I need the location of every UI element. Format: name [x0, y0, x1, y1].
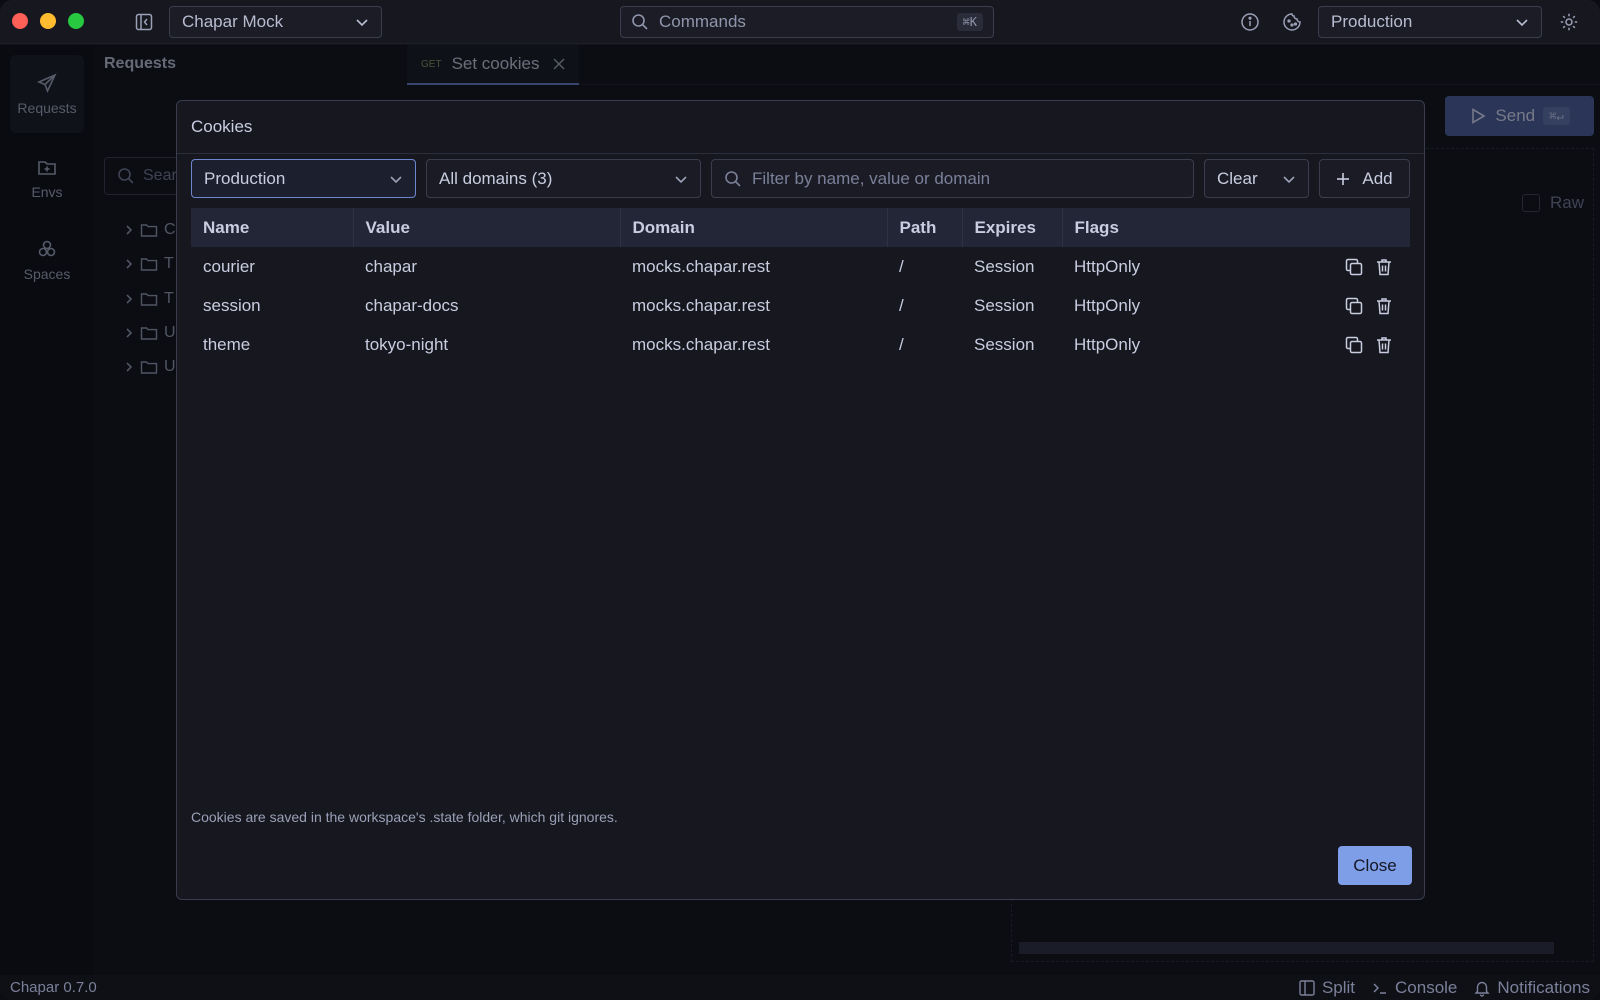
column-header-domain: Domain [620, 208, 888, 247]
environment-select-value: Production [1331, 12, 1413, 31]
close-button[interactable]: Close [1338, 846, 1412, 885]
storage-footnote: Cookies are saved in the workspace's .st… [191, 809, 618, 825]
app-window: Chapar Mock Commands ⌘K Production Reque… [0, 0, 1600, 1000]
cookie-path: / [899, 334, 904, 354]
cookie-filter-placeholder: Filter by name, value or domain [752, 168, 991, 188]
copy-icon[interactable] [1344, 257, 1364, 277]
cookie-domain: mocks.chapar.rest [632, 334, 770, 354]
workspace-select-value: Chapar Mock [182, 12, 284, 31]
cookie-value: chapar-docs [365, 295, 459, 315]
cookie-value: tokyo-night [365, 334, 449, 354]
cookie-flags: HttpOnly [1074, 334, 1141, 354]
trash-icon[interactable] [1374, 257, 1394, 277]
domain-filter-select[interactable]: All domains (3) [426, 159, 701, 198]
table-row[interactable]: theme tokyo-night mocks.chapar.rest / Se… [191, 325, 1410, 364]
info-icon[interactable] [1240, 12, 1260, 32]
chevron-down-icon [389, 172, 403, 186]
cookie-path: / [899, 295, 904, 315]
cookie-flags-cell: HttpOnly [1062, 286, 1410, 325]
cookies-table: Name Value Domain Path Expires Flags cou… [191, 208, 1410, 364]
cookie-flags-cell: HttpOnly [1062, 247, 1410, 286]
split-button[interactable]: Split [1298, 978, 1355, 998]
maximize-window-button[interactable] [68, 13, 84, 29]
cookie-domain: mocks.chapar.rest [632, 256, 770, 276]
table-header-row: Name Value Domain Path Expires Flags [191, 208, 1410, 247]
cookie-name: courier [203, 256, 255, 276]
title-bar: Chapar Mock Commands ⌘K Production [0, 0, 1600, 44]
cookie-name: session [203, 295, 261, 315]
terminal-icon [1371, 979, 1389, 997]
notifications-button[interactable]: Notifications [1473, 978, 1590, 998]
split-label: Split [1321, 977, 1356, 997]
environment-filter-select[interactable]: Production [191, 159, 416, 198]
split-view-icon [1298, 979, 1316, 997]
environment-select[interactable]: Production [1318, 6, 1542, 38]
bell-icon [1473, 979, 1491, 997]
cookie-expires: Session [974, 295, 1035, 315]
cookie-value: chapar [365, 256, 417, 276]
toggle-sidebar-icon[interactable] [134, 12, 154, 32]
column-header-name: Name [191, 208, 354, 247]
clear-dropdown-button[interactable]: Clear [1204, 159, 1309, 198]
chevron-down-icon [1515, 15, 1529, 29]
chevron-down-icon [355, 15, 369, 29]
notifications-label: Notifications [1497, 977, 1590, 997]
cookie-icon[interactable] [1282, 12, 1302, 32]
domain-filter-value: All domains (3) [439, 168, 553, 188]
gear-icon[interactable] [1559, 12, 1579, 32]
cookie-filter-input[interactable]: Filter by name, value or domain [711, 159, 1194, 198]
add-cookie-button[interactable]: Add [1319, 159, 1410, 198]
workspace-select[interactable]: Chapar Mock [169, 6, 382, 38]
console-button[interactable]: Console [1371, 978, 1457, 998]
chevron-down-icon [1282, 172, 1296, 186]
command-palette-label: Commands [659, 12, 746, 31]
cookie-flags-cell: HttpOnly [1062, 325, 1410, 364]
cookie-flags: HttpOnly [1074, 295, 1141, 315]
search-icon [631, 13, 649, 31]
trash-icon[interactable] [1374, 335, 1394, 355]
column-header-path: Path [887, 208, 963, 247]
clear-label: Clear [1217, 168, 1258, 188]
chevron-down-icon [674, 172, 688, 186]
plus-icon [1336, 172, 1350, 186]
column-header-flags: Flags [1062, 208, 1410, 247]
cookie-name: theme [203, 334, 251, 354]
cookie-flags: HttpOnly [1074, 256, 1141, 276]
console-label: Console [1395, 977, 1458, 997]
table-row[interactable]: session chapar-docs mocks.chapar.rest / … [191, 286, 1410, 325]
environment-filter-value: Production [204, 168, 286, 188]
column-header-expires: Expires [962, 208, 1063, 247]
command-palette-button[interactable]: Commands ⌘K [620, 6, 994, 38]
close-window-button[interactable] [12, 13, 28, 29]
command-shortcut-badge: ⌘K [956, 13, 983, 31]
cookie-expires: Session [974, 334, 1035, 354]
copy-icon[interactable] [1344, 335, 1364, 355]
minimize-window-button[interactable] [40, 13, 56, 29]
copy-icon[interactable] [1344, 296, 1364, 316]
table-row[interactable]: courier chapar mocks.chapar.rest / Sessi… [191, 247, 1410, 286]
column-header-value: Value [353, 208, 621, 247]
divider [177, 153, 1424, 154]
trash-icon[interactable] [1374, 296, 1394, 316]
add-label: Add [1362, 168, 1393, 188]
cookie-expires: Session [974, 256, 1035, 276]
cookies-dialog: Cookies Production All domains (3) Filte… [176, 100, 1425, 900]
app-version: Chapar 0.7.0 [10, 979, 97, 996]
status-bar: Chapar 0.7.0 Split Console Notifications [0, 975, 1600, 1000]
cookie-domain: mocks.chapar.rest [632, 295, 770, 315]
cookie-path: / [899, 256, 904, 276]
dialog-title: Cookies [191, 117, 253, 136]
search-icon [724, 170, 742, 188]
